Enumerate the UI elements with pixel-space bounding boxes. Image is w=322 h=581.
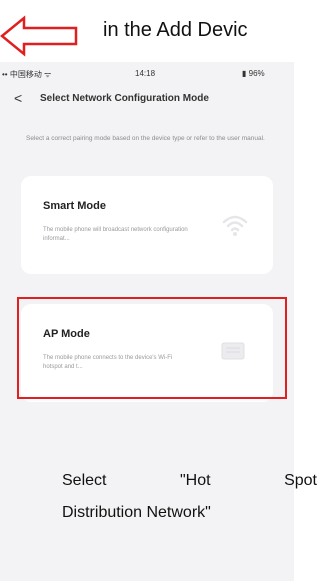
caption-word-hot: "Hot (179, 472, 211, 489)
carrier-signal: •• 中国移动 ᯤ (2, 70, 52, 79)
battery-level: ▮ 96% (242, 69, 265, 78)
smart-mode-card[interactable]: Smart Mode The mobile phone will broadca… (21, 176, 273, 274)
left-arrow-icon (0, 15, 78, 57)
status-time: 14:18 (135, 69, 156, 78)
instructions-text: Select a correct pairing mode based on t… (26, 135, 265, 142)
nav-bar: < Select Network Configuration Mode (0, 88, 294, 112)
tutorial-page: in the Add Devic •• 中国移动 ᯤ 14:18 ▮ 96% <… (0, 0, 322, 581)
caption-word-select: Select (62, 472, 107, 489)
status-bar: •• 中国移动 ᯤ 14:18 ▮ 96% (0, 62, 294, 82)
top-caption: in the Add Devic (103, 19, 248, 41)
ap-mode-highlight (17, 297, 287, 399)
smart-mode-description: The mobile phone will broadcast network … (43, 227, 188, 242)
page-title: Select Network Configuration Mode (40, 93, 209, 104)
caption-line-2: Distribution Network" (62, 504, 211, 521)
bottom-caption: Select "Hot Spot Distribution Network" (62, 465, 317, 529)
back-arrow-icon[interactable]: < (14, 91, 28, 105)
smart-mode-title: Smart Mode (43, 200, 106, 212)
wifi-icon (222, 215, 248, 236)
caption-word-spot: Spot (284, 472, 317, 489)
